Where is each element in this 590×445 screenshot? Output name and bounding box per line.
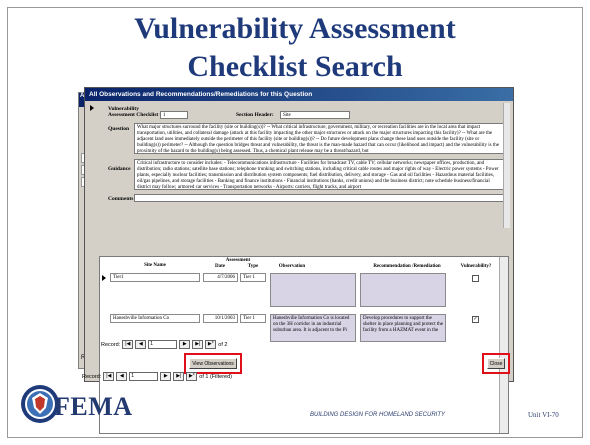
site-name-cell[interactable]: Tier1 (110, 273, 200, 282)
header-assessment: Assessment (225, 258, 251, 263)
last-record-button[interactable]: ▶| (192, 340, 204, 349)
site-name-cell[interactable]: Hanesbville Information Co (110, 314, 200, 323)
vulnerability-checkbox-checked[interactable]: ✓ (472, 316, 479, 323)
highlight-box (482, 353, 510, 374)
new-record-button[interactable]: ▶* (205, 340, 217, 349)
record-number-field[interactable]: 1 (129, 372, 159, 381)
header-date: Date (215, 264, 225, 269)
question-form: Vulnerability Assessment Checklist # 1 S… (88, 103, 510, 228)
record-count: of 2 (218, 341, 228, 348)
guidance-text[interactable]: Critical infrastructure to consider incl… (134, 159, 504, 190)
section-header-field[interactable]: Site (280, 111, 350, 119)
record-selector-icon[interactable] (88, 103, 96, 113)
type-cell[interactable]: Tier 1 (240, 273, 266, 282)
header-recommendation: Recommendation /Remediation (373, 264, 441, 269)
next-record-button[interactable]: ▶ (160, 372, 172, 381)
type-cell[interactable]: Tier 1 (240, 314, 266, 323)
comments-label: Comments (108, 196, 134, 202)
slide-title-line1: Vulnerability Assessment (134, 12, 456, 45)
header-type: Type (247, 264, 259, 269)
table-row[interactable]: Tier1 4/7/2006 Tier 1 (100, 271, 498, 309)
window-title: All Observations and Recommendations/Rem… (85, 88, 513, 101)
record-count: of 1 (Filtered) (199, 373, 232, 380)
unit-number: Unit VI-70 (528, 411, 559, 419)
record-number-field[interactable]: 1 (148, 340, 178, 349)
header-observation: Observation (278, 264, 306, 269)
guidance-label: Guidance (108, 166, 131, 172)
current-row-icon (102, 275, 108, 283)
header-site-name: Site Name (144, 263, 166, 268)
footer-text: BUILDING DESIGN FOR HOMELAND SECURITY (310, 412, 446, 418)
fema-logo-text: FEMA (54, 392, 133, 421)
row-selector[interactable] (102, 316, 108, 324)
vulnerability-checkbox[interactable] (472, 275, 479, 282)
recommendation-cell[interactable]: Develop procedures to support the shelte… (360, 314, 446, 342)
header-vulnerability: Vulnerability? (460, 264, 492, 269)
first-record-button[interactable]: |◀ (103, 372, 115, 381)
subform-scrollbar[interactable] (499, 257, 508, 433)
date-cell[interactable]: 10/1/2003 (203, 314, 238, 323)
question-text[interactable]: What major structures surround the facil… (134, 123, 504, 154)
form-scrollbar[interactable] (503, 103, 510, 228)
record-label: Record: (101, 341, 121, 348)
comments-field[interactable] (134, 194, 504, 202)
previous-record-button[interactable]: ◀ (116, 372, 128, 381)
first-record-button[interactable]: |◀ (122, 340, 134, 349)
checklist-label: Assessment Checklist # (108, 112, 163, 118)
previous-record-button[interactable]: ◀ (135, 340, 147, 349)
new-record-button[interactable]: ▶* (186, 372, 198, 381)
checklist-number-field[interactable]: 1 (160, 111, 188, 119)
section-header-label: Section Header: (236, 112, 274, 118)
date-cell[interactable]: 4/7/2006 (203, 273, 238, 282)
question-label: Question (108, 126, 130, 132)
observation-cell[interactable] (270, 273, 356, 307)
next-record-button[interactable]: ▶ (179, 340, 191, 349)
last-record-button[interactable]: ▶| (173, 372, 185, 381)
record-label: Record: (82, 373, 102, 380)
highlight-box (184, 353, 242, 374)
inner-record-navigator: Record: |◀ ◀ 1 ▶ ▶| ▶* of 2 (101, 340, 227, 349)
observations-window: All Observations and Recommendations/Rem… (84, 87, 514, 434)
outer-record-navigator: Record: |◀ ◀ 1 ▶ ▶| ▶* of 1 (Filtered) (82, 372, 232, 381)
observation-cell[interactable]: Hanesbville Information Co is located on… (270, 314, 356, 342)
slide-title-line2: Checklist Search (187, 50, 403, 83)
recommendation-cell[interactable] (360, 273, 446, 307)
